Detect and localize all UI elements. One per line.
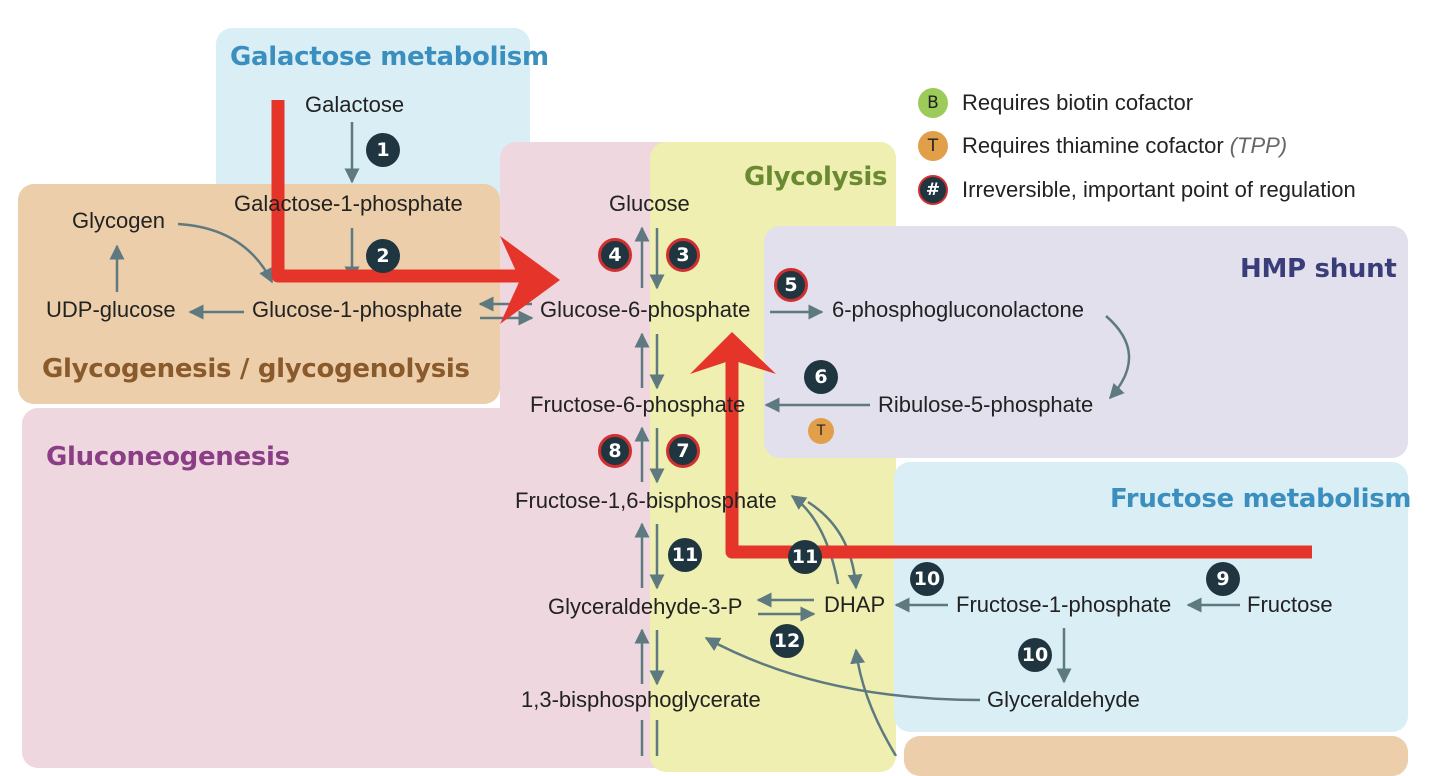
step-7-badge: 7 (666, 434, 700, 468)
glucose-6-phosphate-label: Glucose-6-phosphate (540, 297, 751, 322)
step-10-badge-b: 10 (1018, 638, 1052, 672)
galactose-label: Galactose (305, 92, 405, 117)
ribulose-5-phosphate-label: Ribulose-5-phosphate (878, 392, 1094, 417)
step-10-badge-a: 10 (910, 562, 944, 596)
fructose-6-phosphate-label: Fructose-6-phosphate (530, 392, 746, 417)
step-6-badge: 6 (804, 360, 838, 394)
step-4-badge: 4 (598, 238, 632, 272)
biotin-badge-icon: B (918, 88, 948, 118)
dhap-label: DHAP (824, 592, 886, 617)
fructose-label: Fructose (1247, 592, 1333, 617)
galactose-1-phosphate-label: Galactose-1-phosphate (234, 191, 463, 216)
legend-biotin: B Requires biotin cofactor (918, 88, 1193, 118)
metabolism-diagram: Galactose metabolism Glycogenesis / glyc… (0, 0, 1438, 776)
step-9-badge: 9 (1206, 562, 1240, 596)
thiamine-badge-icon: T (918, 131, 948, 161)
glucose-label: Glucose (609, 191, 690, 216)
step-8-badge: 8 (598, 434, 632, 468)
regulation-text: Irreversible, important point of regulat… (962, 177, 1356, 202)
thiamine-text: Requires thiamine cofactor (962, 133, 1224, 158)
glyceraldehyde-3-p-label: Glyceraldehyde-3-P (548, 594, 743, 619)
glucose-1-phosphate-label: Glucose-1-phosphate (252, 297, 463, 322)
step-12-badge: 12 (770, 624, 804, 658)
legend-regulation: # Irreversible, important point of regul… (918, 175, 1356, 205)
phosphogluconolactone-label: 6-phosphogluconolactone (832, 297, 1084, 322)
udp-glucose-label: UDP-glucose (46, 297, 176, 322)
fructose-1-phosphate-label: Fructose-1-phosphate (956, 592, 1172, 617)
step-3-badge: 3 (666, 238, 700, 272)
step-5-badge: 5 (774, 268, 808, 302)
thiamine-cofactor-marker: T (808, 418, 834, 444)
regulation-badge-icon: # (918, 175, 948, 205)
step-11-badge-b: 11 (788, 540, 822, 574)
step-11-badge-a: 11 (668, 538, 702, 572)
fructose-16-bisphosphate-label: Fructose-1,6-bisphosphate (515, 488, 777, 513)
glycogen-label: Glycogen (72, 208, 165, 233)
thiamine-note: (TPP) (1229, 133, 1288, 158)
pathway-arrows (109, 100, 1312, 756)
bisphosphoglycerate-label: 1,3-bisphosphoglycerate (521, 687, 761, 712)
biotin-text: Requires biotin cofactor (962, 90, 1194, 115)
step-1-badge: 1 (366, 133, 400, 167)
glyceraldehyde-label: Glyceraldehyde (987, 687, 1140, 712)
legend-thiamine: T Requires thiamine cofactor (TPP) (918, 131, 1287, 161)
step-2-badge: 2 (366, 239, 400, 273)
